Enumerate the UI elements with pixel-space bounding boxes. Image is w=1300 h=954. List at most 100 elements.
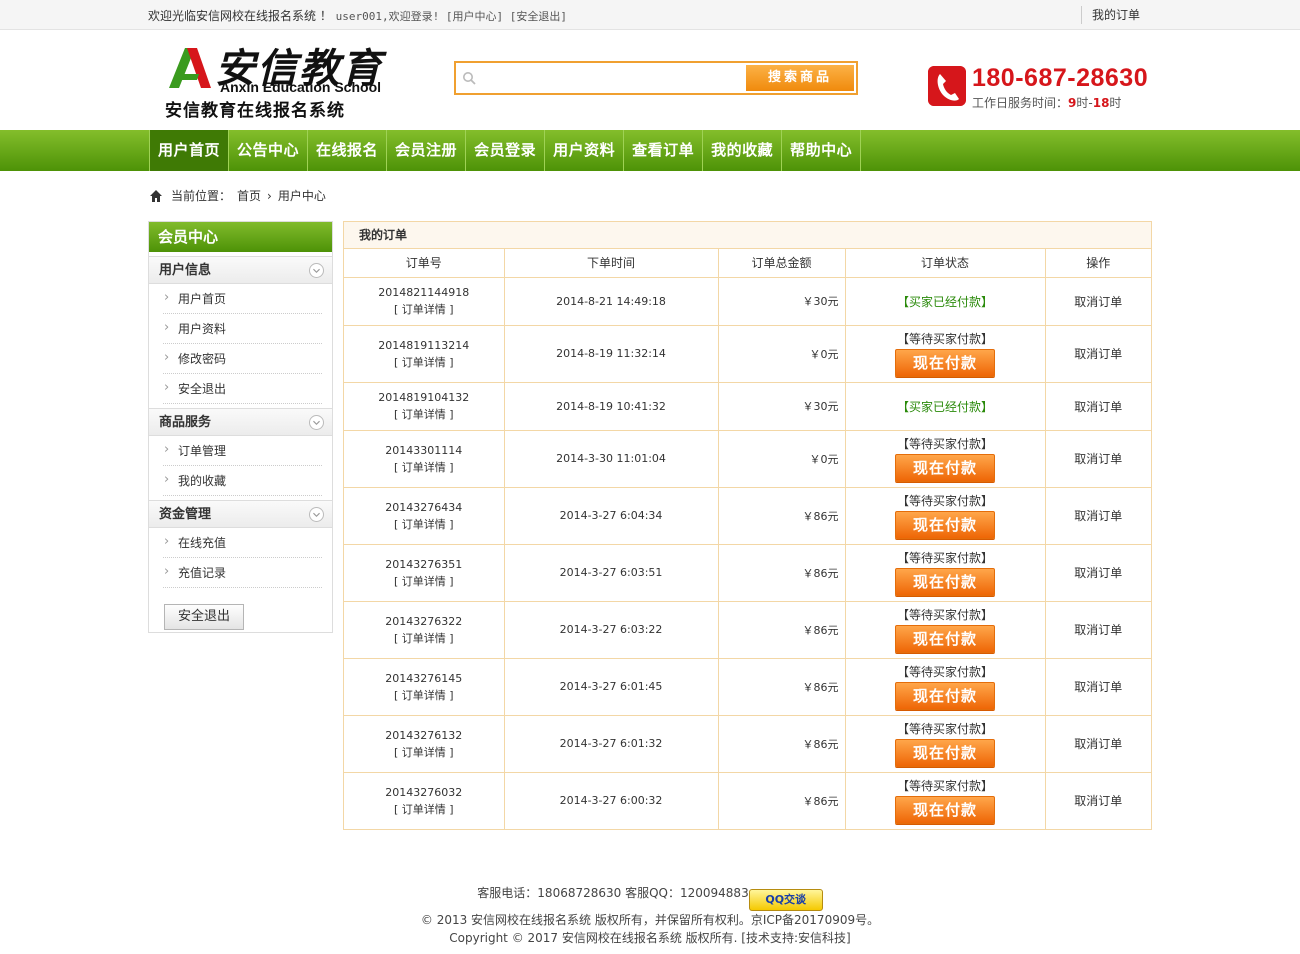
cancel-order-link[interactable]: 取消订单: [1074, 509, 1122, 523]
hours-prefix: 工作日服务时间：: [972, 96, 1069, 110]
my-orders-link[interactable]: 我的订单: [1081, 6, 1140, 24]
main-nav: 用户首页 公告中心 在线报名 会员注册 会员登录 用户资料 查看订单 我的收藏 …: [0, 130, 1300, 171]
breadcrumb-label: 当前位置：: [171, 189, 232, 203]
nav-favorites[interactable]: 我的收藏: [703, 130, 783, 171]
order-detail-link[interactable]: [ 订单详情 ]: [344, 406, 504, 423]
sidebar-item-change-password[interactable]: 修改密码: [163, 343, 322, 374]
status-cell: 【等待买家付款】 现在付款: [845, 715, 1046, 773]
chevron-down-icon[interactable]: [309, 507, 324, 522]
footer-copyright-2: Copyright © 2017 安信网校在线报名系统 版权所有. [技术支持:…: [449, 931, 851, 945]
status-cell: 【等待买家付款】 现在付款: [845, 772, 1046, 829]
actions-cell: 取消订单: [1045, 277, 1151, 326]
logout-button[interactable]: 安全退出: [164, 604, 244, 630]
status-awaiting-payment: 【等待买家付款】: [896, 664, 993, 679]
sidebar-item-profile[interactable]: 用户资料: [163, 313, 322, 344]
order-amount: ￥86元: [718, 544, 846, 602]
search-button[interactable]: 搜索商品: [746, 65, 854, 91]
breadcrumb-home[interactable]: 首页: [237, 187, 261, 204]
nav-help[interactable]: 帮助中心: [782, 130, 862, 171]
nav-view-orders[interactable]: 查看订单: [624, 130, 704, 171]
order-detail-link[interactable]: [ 订单详情 ]: [344, 801, 504, 818]
top-bar: 欢迎光临安信网校在线报名系统 ！ user001,欢迎登录! [用户中心] [安…: [0, 0, 1300, 30]
table-row: 20143276032 [ 订单详情 ] 2014-3-27 6:00:32 ￥86元…: [344, 772, 1151, 829]
order-amount: ￥30元: [718, 382, 846, 431]
pay-now-button[interactable]: 现在付款: [895, 681, 995, 710]
site-logo[interactable]: 安信教育 Anxin Education School 安信教育在线报名系统: [165, 36, 400, 121]
order-detail-link[interactable]: [ 订单详情 ]: [344, 573, 504, 590]
pay-now-button[interactable]: 现在付款: [895, 795, 995, 824]
order-id-cell: 2014819104132 [ 订单详情 ]: [344, 382, 505, 431]
cancel-order-link[interactable]: 取消订单: [1074, 680, 1122, 694]
status-awaiting-payment: 【等待买家付款】: [896, 550, 993, 565]
order-id-cell: 20143276032 [ 订单详情 ]: [344, 772, 505, 829]
pay-now-button[interactable]: 现在付款: [895, 624, 995, 653]
actions-cell: 取消订单: [1045, 487, 1151, 545]
order-id: 2014821144918: [378, 286, 470, 299]
nav-announcements[interactable]: 公告中心: [229, 130, 309, 171]
nav-login[interactable]: 会员登录: [466, 130, 546, 171]
hotline-number: 180-687-28630: [972, 64, 1149, 92]
search-input[interactable]: [482, 66, 742, 90]
hours-end: 18: [1092, 96, 1110, 110]
cancel-order-link[interactable]: 取消订单: [1074, 400, 1122, 414]
cancel-order-link[interactable]: 取消订单: [1074, 566, 1122, 580]
logo-en-title: Anxin Education School: [220, 79, 382, 95]
status-cell: 【买家已经付款】: [845, 277, 1046, 326]
order-detail-link[interactable]: [ 订单详情 ]: [344, 744, 504, 761]
order-amount: ￥30元: [718, 277, 846, 326]
order-id: 2014819104132: [378, 391, 470, 404]
nav-register[interactable]: 会员注册: [387, 130, 467, 171]
sidebar-item-user-home[interactable]: 用户首页: [163, 283, 322, 314]
order-detail-link[interactable]: [ 订单详情 ]: [344, 630, 504, 647]
chevron-down-icon[interactable]: [309, 263, 324, 278]
nav-profile[interactable]: 用户资料: [545, 130, 625, 171]
cancel-order-link[interactable]: 取消订单: [1074, 347, 1122, 361]
status-cell: 【等待买家付款】现在付款: [845, 487, 1046, 545]
sidebar-group-user-info[interactable]: 用户信息: [149, 256, 332, 284]
cancel-order-link[interactable]: 取消订单: [1074, 295, 1122, 309]
cancel-order-link[interactable]: 取消订单: [1074, 623, 1122, 637]
nav-user-home[interactable]: 用户首页: [150, 130, 230, 171]
status-cell: 【等待买家付款】 现在付款: [845, 601, 1046, 659]
sidebar-item-logout[interactable]: 安全退出: [163, 373, 322, 404]
sidebar-item-recharge[interactable]: 在线充值: [163, 527, 322, 558]
breadcrumb-current: 用户中心: [277, 189, 326, 203]
sidebar-group-title: 用户信息: [159, 263, 212, 278]
column-header-order-time: 下单时间: [504, 249, 719, 278]
qq-chat-button[interactable]: QQ交谈: [748, 889, 823, 911]
order-detail-link[interactable]: [ 订单详情 ]: [344, 687, 504, 704]
user-links[interactable]: user001,欢迎登录! [用户中心] [安全退出]: [336, 10, 567, 23]
cancel-order-link[interactable]: 取消订单: [1074, 737, 1122, 751]
order-detail-link[interactable]: [ 订单详情 ]: [344, 516, 504, 533]
order-id-cell: 20143276132 [ 订单详情 ]: [344, 715, 505, 773]
actions-cell: 取消订单: [1045, 382, 1151, 431]
nav-online-signup[interactable]: 在线报名: [308, 130, 388, 171]
orders-panel: 我的订单 订单号 下单时间 订单总金额 订单状态 操作 201482114491…: [343, 221, 1152, 830]
table-row: 2014821144918 [ 订单详情 ] 2014-8-21 14:49:18 ￥…: [344, 277, 1151, 326]
sidebar-group-product-services[interactable]: 商品服务: [149, 408, 332, 436]
sidebar-group-funds[interactable]: 资金管理: [149, 500, 332, 528]
phone-icon: [928, 66, 966, 106]
order-detail-link[interactable]: [ 订单详情 ]: [344, 354, 504, 371]
actions-cell: 取消订单: [1045, 544, 1151, 602]
order-amount: ￥86元: [718, 601, 846, 659]
pay-now-button[interactable]: 现在付款: [895, 510, 995, 539]
order-id-cell: 20143276434 [ 订单详情 ]: [344, 487, 505, 545]
order-time: 2014-3-27 6:00:32: [504, 772, 719, 829]
pay-now-button[interactable]: 现在付款: [895, 348, 995, 377]
sidebar-item-order-management[interactable]: 订单管理: [163, 435, 322, 466]
pay-now-button[interactable]: 现在付款: [895, 738, 995, 767]
cancel-order-link[interactable]: 取消订单: [1074, 452, 1122, 466]
order-detail-link[interactable]: [ 订单详情 ]: [344, 459, 504, 476]
sidebar-item-favorites[interactable]: 我的收藏: [163, 465, 322, 496]
order-detail-link[interactable]: [ 订单详情 ]: [344, 301, 504, 318]
sidebar-item-recharge-history[interactable]: 充值记录: [163, 557, 322, 588]
order-id-cell: 20143276351 [ 订单详情 ]: [344, 544, 505, 602]
member-sidebar: 会员中心 用户信息 用户首页 用户资料 修改密码 安全退出 商品服务 订单管理 …: [148, 221, 333, 633]
pay-now-button[interactable]: 现在付款: [895, 567, 995, 596]
cancel-order-link[interactable]: 取消订单: [1074, 794, 1122, 808]
status-awaiting-payment: 【等待买家付款】: [896, 493, 993, 508]
column-header-order-id: 订单号: [344, 249, 505, 278]
pay-now-button[interactable]: 现在付款: [895, 453, 995, 482]
chevron-down-icon[interactable]: [309, 415, 324, 430]
